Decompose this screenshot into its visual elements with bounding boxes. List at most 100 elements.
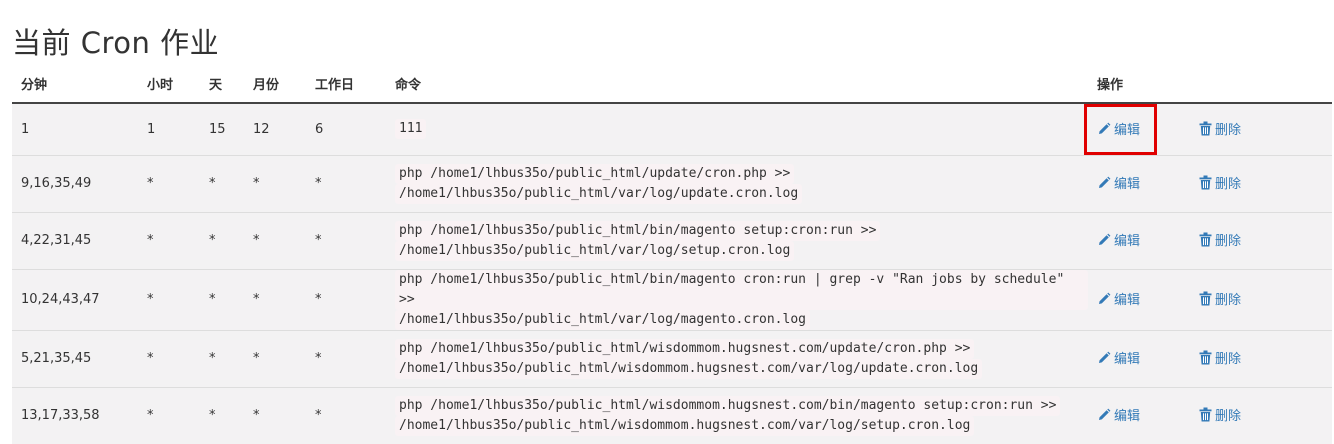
cell-edit: 编辑: [1088, 329, 1190, 387]
cell-delete: 删除: [1190, 102, 1332, 155]
command-line-2: /home1/lhbus35o/public_html/var/log/setu…: [395, 240, 795, 261]
cell-minute: 5,21,35,45: [12, 329, 138, 387]
command-line-1: php /home1/lhbus35o/public_html/wisdommo…: [395, 395, 1061, 416]
cell-hour: *: [138, 211, 200, 269]
header-hour: 小时: [138, 64, 200, 104]
command-line-1: 111: [395, 119, 427, 140]
edit-button[interactable]: 编辑: [1097, 289, 1140, 308]
pencil-icon: [1099, 233, 1111, 245]
table-header-row: 分钟 小时 天 月份 工作日 命令 操作: [12, 64, 1332, 104]
cell-command: 111: [386, 102, 1088, 155]
delete-button[interactable]: 删除: [1199, 348, 1241, 367]
cell-delete: 删除: [1190, 154, 1332, 212]
delete-button[interactable]: 删除: [1199, 289, 1241, 308]
edit-button[interactable]: 编辑: [1097, 173, 1140, 192]
header-weekday: 工作日: [306, 64, 386, 104]
trash-icon: [1199, 291, 1212, 306]
delete-button[interactable]: 删除: [1199, 119, 1241, 138]
header-month: 月份: [244, 64, 306, 104]
trash-icon: [1199, 121, 1212, 136]
cell-minute: 9,16,35,49: [12, 154, 138, 212]
cell-command: php /home1/lhbus35o/public_html/wisdommo…: [386, 386, 1088, 444]
cell-hour: 1: [138, 102, 200, 155]
table-row: 1 1 15 12 6 111 编辑 删除: [12, 102, 1332, 155]
pencil-icon: [1099, 176, 1111, 188]
cell-edit: 编辑: [1088, 386, 1190, 444]
cell-delete: 删除: [1190, 329, 1332, 387]
cell-day: 15: [200, 102, 244, 155]
header-minute: 分钟: [12, 64, 138, 104]
cell-edit: 编辑: [1088, 211, 1190, 269]
edit-button[interactable]: 编辑: [1097, 405, 1140, 424]
header-actions: 操作: [1088, 64, 1190, 104]
cron-jobs-table: 分钟 小时 天 月份 工作日 命令 操作 1 1 15 12 6 111 编辑 …: [12, 64, 1332, 444]
cell-delete: 删除: [1190, 211, 1332, 269]
header-command: 命令: [386, 64, 1088, 104]
cell-minute: 10,24,43,47: [12, 268, 138, 330]
table-row: 13,17,33,58 * * * * php /home1/lhbus35o/…: [12, 386, 1332, 444]
pencil-icon: [1099, 351, 1111, 363]
pencil-icon: [1099, 292, 1111, 304]
cell-command: php /home1/lhbus35o/public_html/bin/mage…: [386, 268, 1088, 330]
command-line-1: php /home1/lhbus35o/public_html/update/c…: [395, 163, 795, 184]
delete-label: 删除: [1215, 122, 1242, 138]
cell-command: php /home1/lhbus35o/public_html/wisdommo…: [386, 329, 1088, 387]
cell-minute: 4,22,31,45: [12, 211, 138, 269]
cell-hour: *: [138, 268, 200, 330]
cell-weekday: *: [306, 268, 386, 330]
cell-delete: 删除: [1190, 386, 1332, 444]
edit-button[interactable]: 编辑: [1097, 348, 1140, 367]
edit-button-wrapper: 编辑: [1097, 230, 1140, 251]
command-line-2: /home1/lhbus35o/public_html/wisdommom.hu…: [395, 358, 983, 379]
edit-button-wrapper: 编辑: [1097, 348, 1140, 369]
page-title: 当前 Cron 作业: [12, 26, 220, 60]
delete-button[interactable]: 删除: [1199, 173, 1241, 192]
edit-label: 编辑: [1114, 352, 1141, 368]
cell-weekday: *: [306, 329, 386, 387]
delete-label: 删除: [1215, 352, 1242, 367]
cell-command: php /home1/lhbus35o/public_html/bin/mage…: [386, 211, 1088, 269]
pencil-icon: [1099, 122, 1111, 134]
cell-day: *: [200, 268, 244, 330]
cell-day: *: [200, 386, 244, 444]
cell-hour: *: [138, 386, 200, 444]
command-line-1: php /home1/lhbus35o/public_html/bin/mage…: [395, 220, 881, 241]
cell-weekday: *: [306, 211, 386, 269]
delete-label: 删除: [1215, 234, 1242, 249]
trash-icon: [1199, 232, 1212, 247]
cell-month: *: [244, 211, 306, 269]
edit-button-wrapper: 编辑: [1097, 173, 1140, 194]
cell-weekday: 6: [306, 102, 386, 155]
cell-minute: 1: [12, 102, 138, 155]
delete-button[interactable]: 删除: [1199, 405, 1241, 424]
table-row: 4,22,31,45 * * * * php /home1/lhbus35o/p…: [12, 211, 1332, 269]
header-actions-spacer: [1190, 64, 1332, 104]
command-line-2: /home1/lhbus35o/public_html/wisdommom.hu…: [395, 415, 975, 436]
trash-icon: [1199, 175, 1212, 190]
edit-label: 编辑: [1114, 409, 1141, 425]
edit-button[interactable]: 编辑: [1097, 119, 1140, 138]
cell-month: 12: [244, 102, 306, 155]
trash-icon: [1199, 350, 1212, 365]
cell-month: *: [244, 386, 306, 444]
cell-month: *: [244, 268, 306, 330]
cell-day: *: [200, 211, 244, 269]
command-line-1: php /home1/lhbus35o/public_html/wisdommo…: [395, 338, 975, 359]
edit-label: 编辑: [1114, 293, 1141, 309]
table-row: 5,21,35,45 * * * * php /home1/lhbus35o/p…: [12, 329, 1332, 387]
delete-label: 删除: [1215, 409, 1242, 424]
cell-day: *: [200, 329, 244, 387]
cell-edit: 编辑: [1088, 268, 1190, 330]
cell-edit: 编辑: [1084, 102, 1190, 155]
cell-minute: 13,17,33,58: [12, 386, 138, 444]
command-line-1: php /home1/lhbus35o/public_html/bin/mage…: [395, 269, 1088, 310]
edit-button[interactable]: 编辑: [1097, 230, 1140, 249]
cell-weekday: *: [306, 154, 386, 212]
edit-label: 编辑: [1114, 234, 1141, 250]
cell-day: *: [200, 154, 244, 212]
table-row: 9,16,35,49 * * * * php /home1/lhbus35o/p…: [12, 154, 1332, 212]
delete-label: 删除: [1215, 177, 1242, 192]
edit-button-wrapper: 编辑: [1097, 405, 1140, 426]
delete-button[interactable]: 删除: [1199, 230, 1241, 249]
cell-delete: 删除: [1190, 268, 1332, 330]
